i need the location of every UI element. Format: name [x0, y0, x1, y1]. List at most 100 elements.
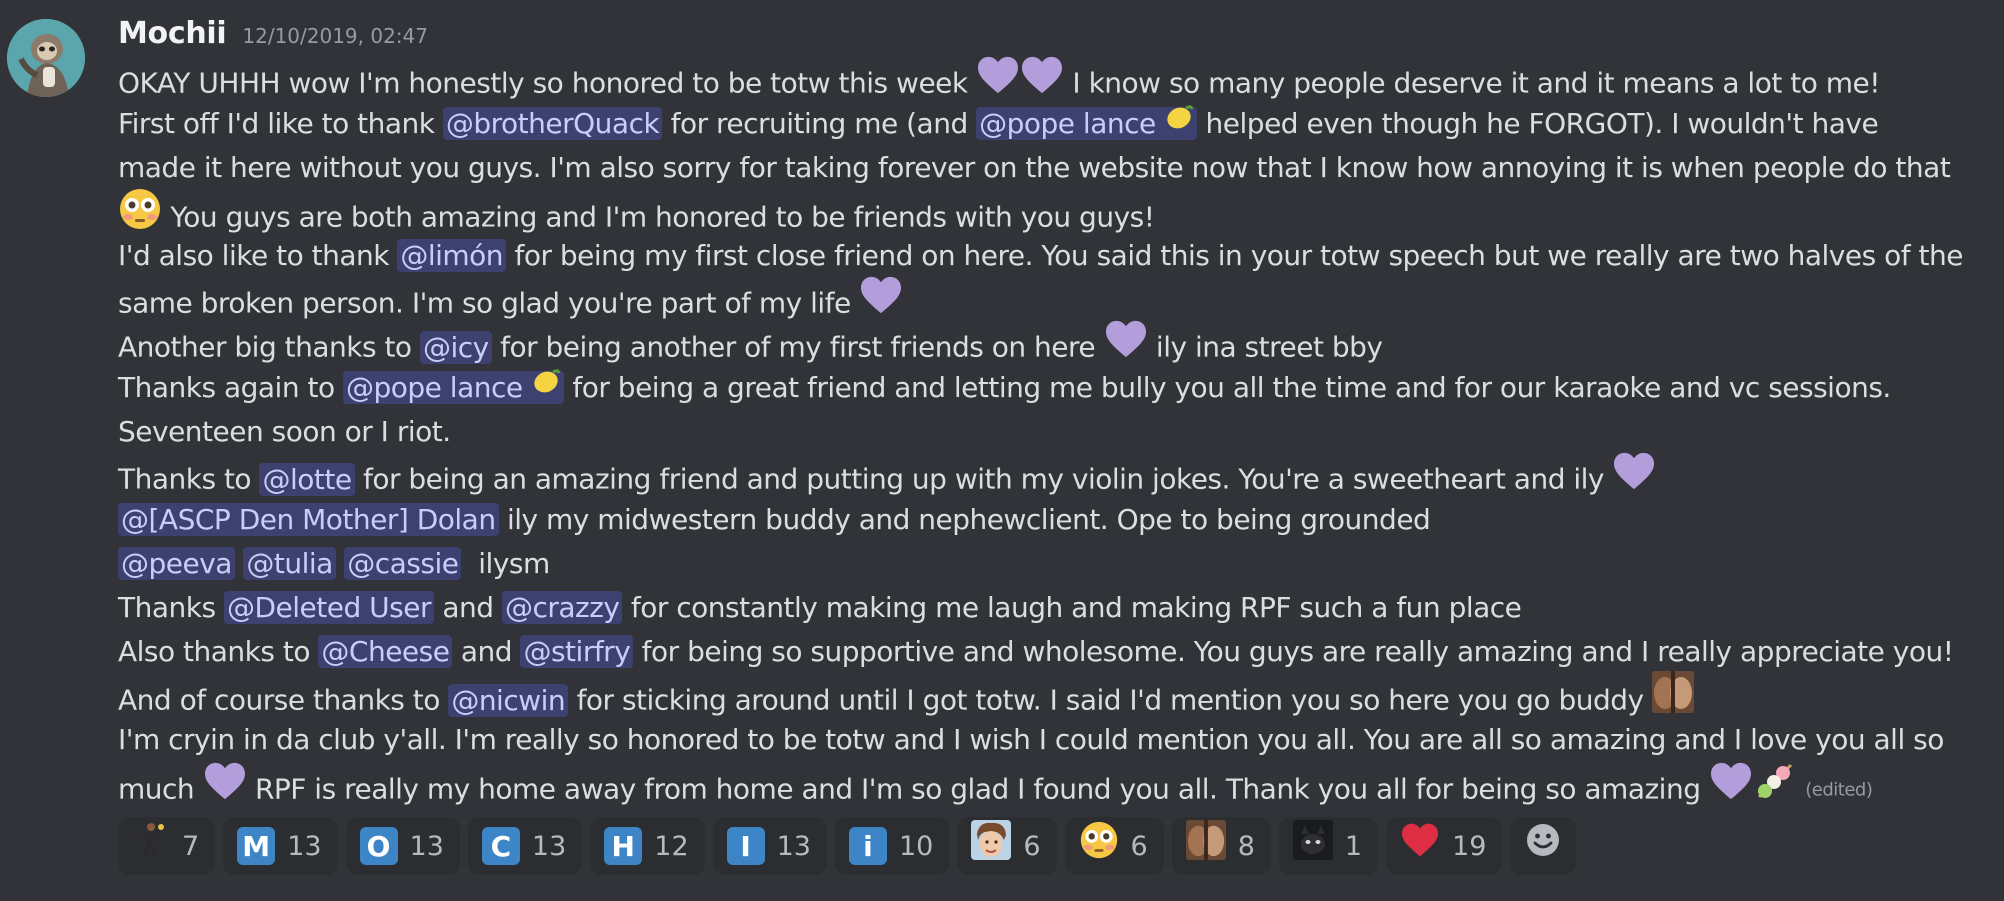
message-line: First off I'd like to thank @brotherQuac… [118, 102, 1998, 146]
face-photo-icon [971, 819, 1012, 867]
purple-heart-icon [1709, 761, 1753, 814]
text: ilysm [461, 547, 550, 580]
message-line: Another big thanks to @icy for being ano… [118, 320, 1998, 366]
message-line: made it here without you guys. I'm also … [118, 146, 1998, 190]
reaction-count: 19 [1452, 830, 1487, 862]
text: Thanks to [118, 462, 260, 496]
text: First off I'd like to thank [118, 107, 443, 140]
text: for being my first close friend on here.… [506, 239, 1963, 272]
reaction-count: 13 [531, 830, 567, 862]
text: made it here without you guys. I'm also … [118, 151, 1951, 184]
user-mention[interactable]: @pope lance [342, 369, 564, 404]
purple-heart-icon [976, 55, 1020, 108]
role-mention[interactable]: @[ASCP Den Mother] Dolan [118, 503, 499, 536]
text: for recruiting me (and [662, 107, 977, 140]
text: I'm cryin in da club y'all. I'm really s… [118, 723, 1944, 756]
text: for sticking around until I got totw. I … [568, 683, 1652, 717]
purple-heart-icon [859, 275, 903, 328]
message-line: @peeva @tulia @cassie ilysm [118, 542, 1998, 586]
purple-heart-icon [1612, 451, 1656, 504]
purple-heart-icon [1020, 55, 1064, 108]
message-line: much RPF is really my home away from hom… [118, 762, 1998, 806]
message-line: Seventeen soon or I riot. [118, 410, 1998, 454]
text: for being an amazing friend and putting … [354, 462, 1613, 496]
kiss-photo-icon [1185, 819, 1226, 867]
message-content: OKAY UHHH wow I'm honestly so honored to… [118, 55, 1998, 806]
reaction-count: 12 [654, 830, 689, 862]
user-mention[interactable]: @crazzy [501, 591, 623, 624]
text: much [118, 772, 203, 806]
text: for being a great friend and letting me … [564, 371, 1891, 404]
avatar[interactable] [7, 19, 85, 97]
reactions-bar: 7 M 13 O 13 C 13 H 12 I 13 i 10 6 6 8 1 … [118, 817, 1584, 875]
username[interactable]: Mochii [118, 16, 227, 51]
reaction-count: 1 [1344, 830, 1363, 862]
reaction-dark-photo[interactable]: 1 [1278, 817, 1379, 875]
reaction-count: 10 [898, 830, 934, 862]
user-mention[interactable]: @lotte [259, 462, 355, 496]
user-mention[interactable]: @Deleted User [223, 591, 434, 624]
mention-label: @pope lance [345, 371, 523, 404]
timestamp[interactable]: 12/10/2019, 02:47 [242, 24, 428, 48]
text: OKAY UHHH wow I'm honestly so honored to… [118, 66, 968, 100]
text: ily ina street bby [1147, 330, 1383, 364]
reaction-info[interactable]: i 10 [834, 817, 950, 875]
reaction-count: 13 [776, 830, 811, 862]
dark-photo-icon [1292, 819, 1333, 867]
reaction-letter-o[interactable]: O 13 [345, 817, 460, 875]
user-mention[interactable]: @cassie [344, 547, 462, 580]
heart-icon [1400, 822, 1440, 865]
message-line: same broken person. I'm so glad you're p… [118, 276, 1998, 322]
regional-indicator-i-icon: I [726, 827, 765, 865]
user-mention[interactable]: @peeva [118, 547, 235, 580]
reaction-kiss-photo[interactable]: 8 [1171, 817, 1271, 875]
text: for being so supportive and wholesome. Y… [633, 635, 1954, 668]
user-mention[interactable]: @Cheese [318, 635, 453, 668]
kiss-photo-icon [1652, 671, 1694, 726]
reaction-heart[interactable]: 19 [1386, 817, 1503, 875]
flushed-face-icon [118, 187, 162, 244]
reaction-letter-i-upper[interactable]: I 13 [712, 817, 827, 875]
reaction-count: 7 [182, 830, 200, 862]
regional-indicator-o-icon: O [359, 827, 398, 865]
text: Seventeen soon or I riot. [118, 415, 451, 448]
smiley-icon [1525, 822, 1561, 865]
regional-indicator-c-icon: C [481, 827, 520, 865]
reaction-letter-c[interactable]: C 13 [467, 817, 583, 875]
message: Mochii 12/10/2019, 02:47 OKAY UHHH wow I… [0, 0, 2004, 901]
reaction-count: 13 [409, 830, 444, 862]
message-line: Thanks again to @pope lance for being a … [118, 366, 1998, 410]
user-mention[interactable]: @icy [419, 330, 492, 364]
user-mention[interactable]: @pope lance [976, 105, 1198, 140]
user-mention[interactable]: @brotherQuack [442, 107, 663, 140]
message-line: You guys are both amazing and I'm honore… [118, 189, 1998, 234]
text: for constantly making me laugh and makin… [622, 591, 1522, 624]
regional-indicator-m-icon: M [237, 827, 276, 865]
flushed-face-icon [1079, 820, 1119, 867]
user-mention[interactable]: @limón [397, 239, 507, 272]
text: helped even though he FORGOT). I wouldn'… [1197, 107, 1879, 140]
message-line: Also thanks to @Cheese and @stirfry for … [118, 630, 1998, 674]
reaction-letter-h[interactable]: H 12 [590, 817, 705, 875]
text: And of course thanks to [118, 683, 449, 717]
lemon-icon [531, 364, 561, 408]
reaction-flushed[interactable]: 6 [1064, 817, 1164, 875]
user-mention[interactable]: @tulia [243, 547, 336, 580]
dango-icon [1753, 759, 1797, 816]
reaction-dancer[interactable]: 7 [118, 817, 216, 875]
text: same broken person. I'm so glad you're p… [118, 286, 860, 320]
message-line: And of course thanks to @nicwin for stic… [118, 671, 1998, 718]
text: Thanks [118, 591, 224, 624]
reaction-count: 6 [1130, 830, 1148, 862]
user-mention[interactable]: @nicwin [448, 683, 569, 717]
reaction-face-photo[interactable]: 6 [957, 817, 1057, 875]
user-mention[interactable]: @stirfry [520, 635, 634, 668]
text: I know so many people deserve it and it … [1072, 66, 1880, 100]
dancer-icon [132, 821, 170, 866]
text: ily my midwestern buddy and nephewclient… [498, 503, 1431, 536]
purple-heart-icon [1104, 319, 1148, 372]
reaction-count: 8 [1237, 830, 1255, 862]
purple-heart-icon [203, 761, 247, 814]
add-reaction-button[interactable] [1510, 817, 1577, 875]
reaction-letter-m[interactable]: M 13 [223, 817, 338, 875]
